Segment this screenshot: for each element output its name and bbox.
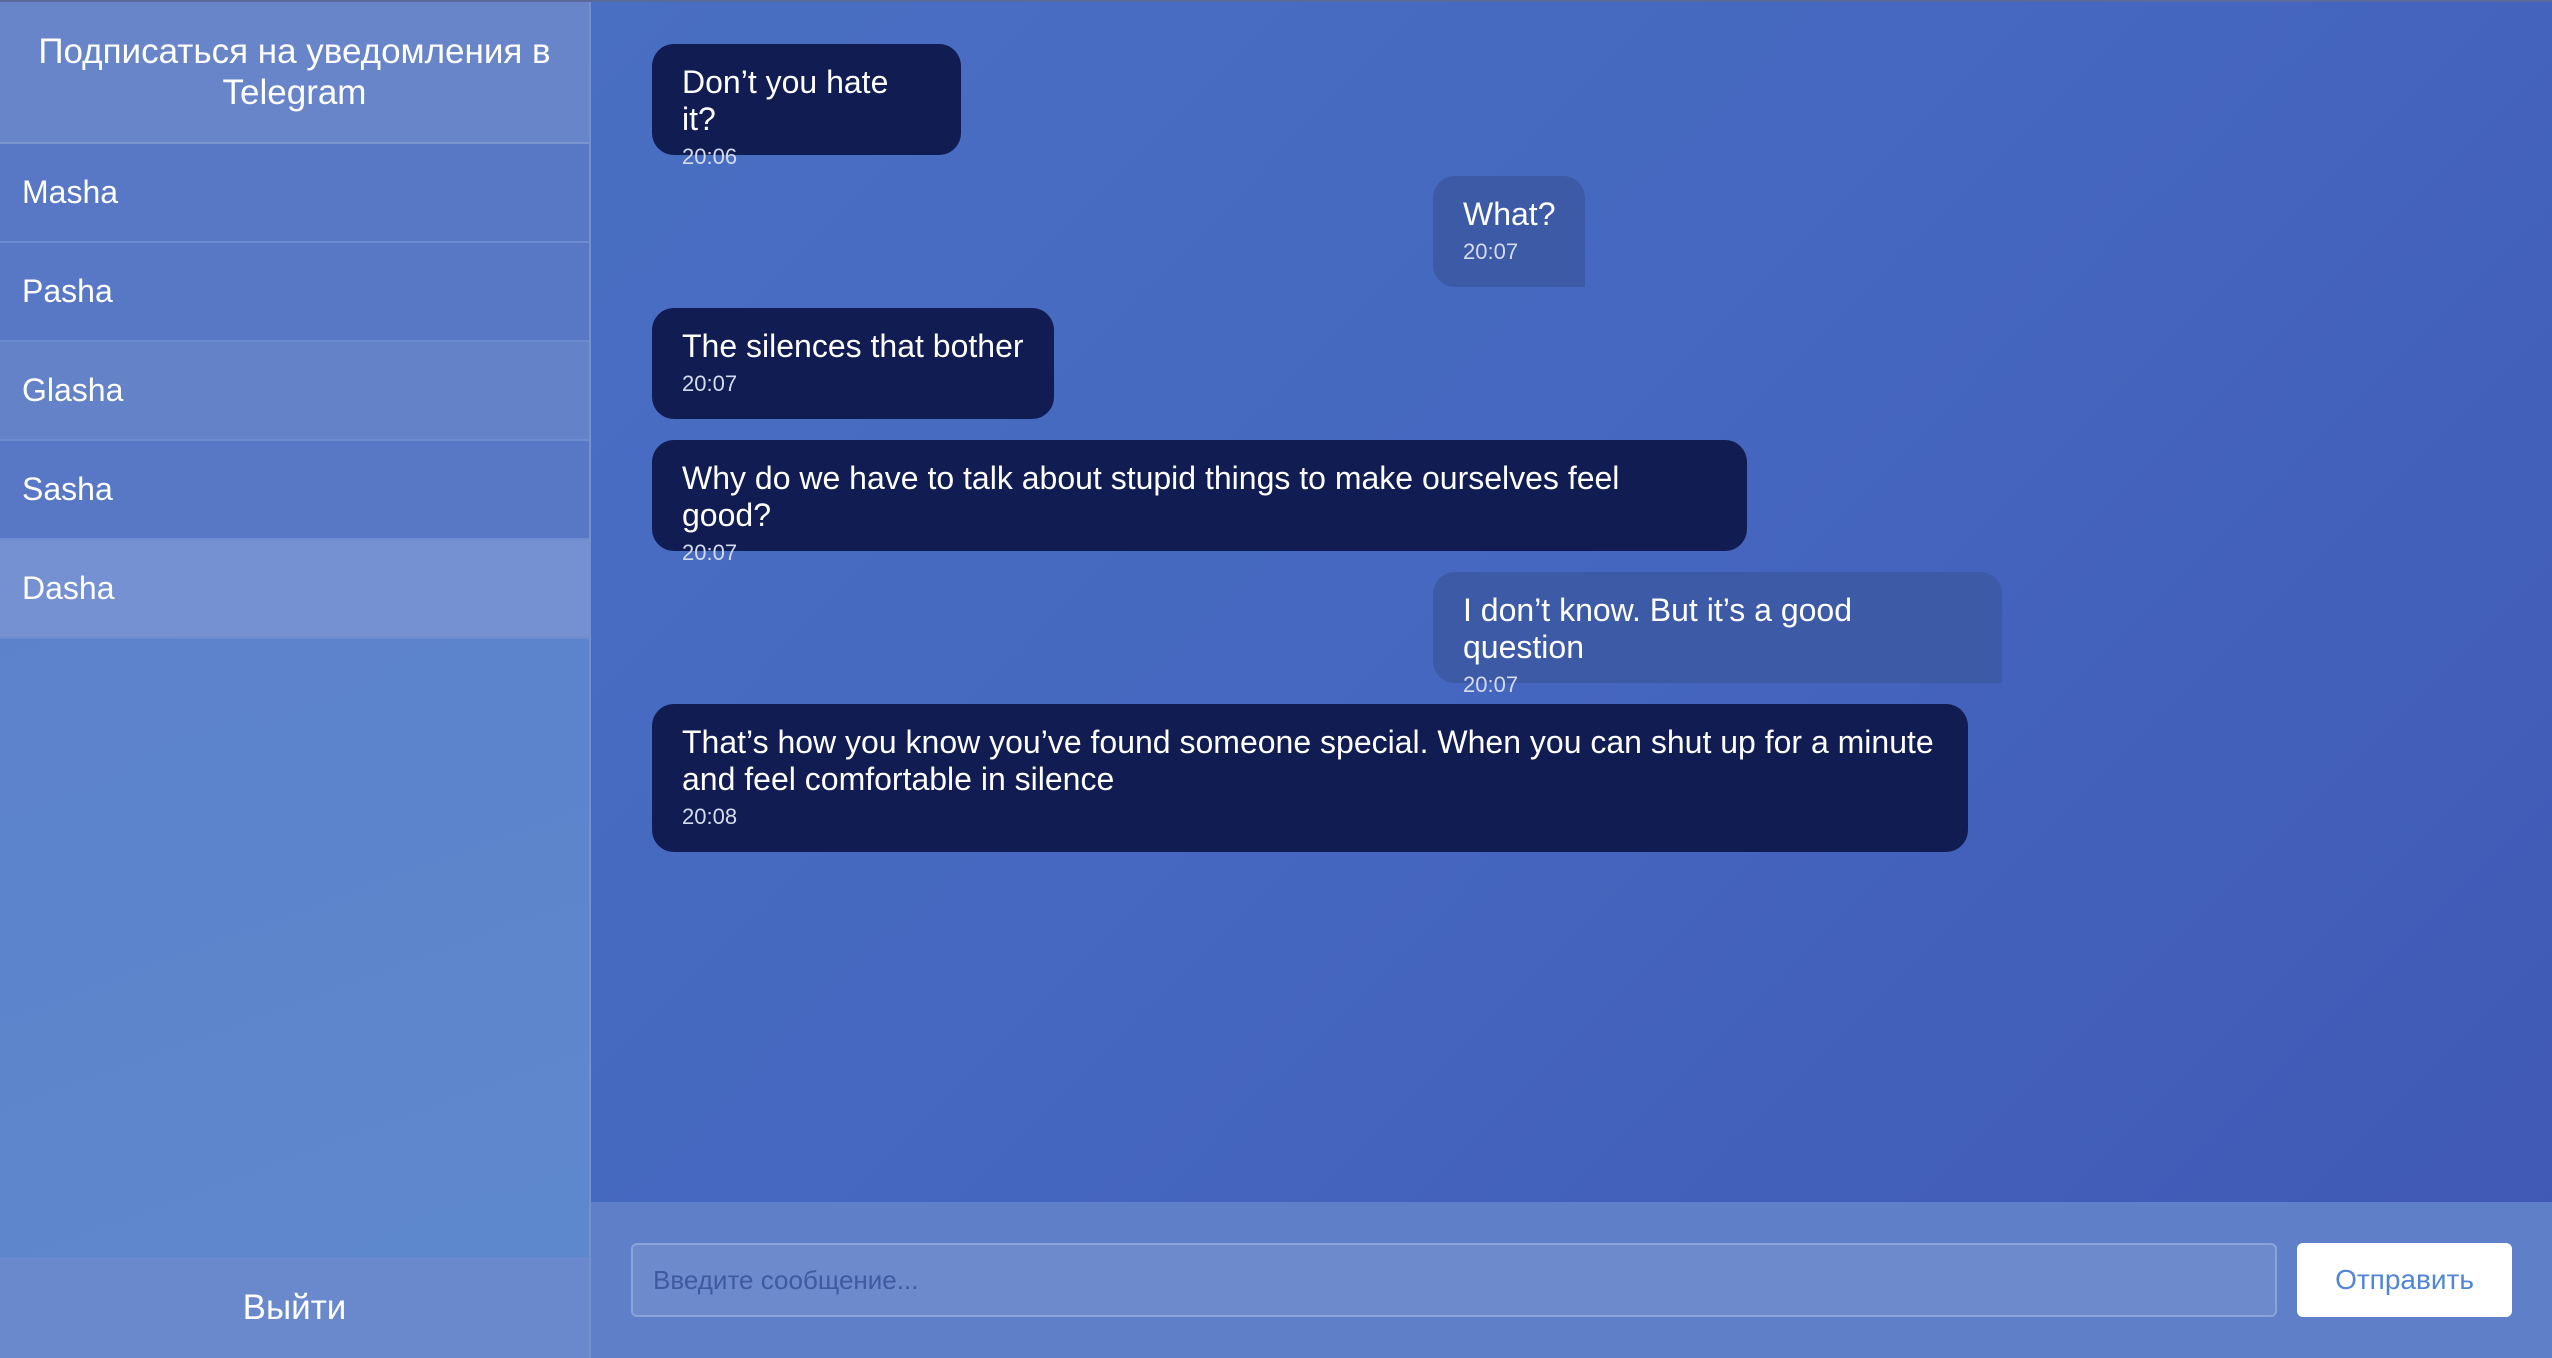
message-bubble-incoming: That’s how you know you’ve found someone… bbox=[652, 704, 1968, 852]
message-bubble-outgoing: What? 20:07 bbox=[1433, 176, 1585, 287]
message-bubble-incoming: Don’t you hate it? 20:06 bbox=[652, 44, 961, 169]
message-bubble-outgoing: I don’t know. But it’s a good question 2… bbox=[1433, 572, 2002, 697]
sidebar: Подписаться на уведомления в Telegram Ma… bbox=[0, 2, 591, 1358]
message-time: 20:07 bbox=[1463, 672, 1519, 697]
message-text: What? bbox=[1463, 196, 1556, 232]
message-text: That’s how you know you’ve found someone… bbox=[682, 724, 1934, 797]
logout-label: Выйти bbox=[242, 1287, 347, 1327]
contact-name: Glasha bbox=[22, 372, 124, 408]
contact-item-glasha[interactable]: Glasha bbox=[0, 342, 589, 441]
contact-item-pasha[interactable]: Pasha bbox=[0, 243, 589, 342]
message-time: 20:07 bbox=[1463, 239, 1519, 264]
send-label: Отправить bbox=[2335, 1264, 2474, 1295]
contact-name: Sasha bbox=[22, 471, 113, 507]
chat-panel: Don’t you hate it? 20:06 What? 20:07 The… bbox=[591, 2, 2552, 1358]
message-time: 20:07 bbox=[682, 371, 738, 396]
message-input[interactable] bbox=[631, 1243, 2277, 1317]
contact-name: Masha bbox=[22, 174, 119, 210]
message-time: 20:06 bbox=[682, 144, 738, 169]
telegram-subscribe-button[interactable]: Подписаться на уведомления в Telegram bbox=[0, 2, 589, 144]
message-list: Don’t you hate it? 20:06 What? 20:07 The… bbox=[591, 2, 2552, 1202]
message-time: 20:07 bbox=[682, 540, 738, 565]
message-text: The silences that bother bbox=[682, 328, 1024, 364]
message-text: Don’t you hate it? bbox=[682, 64, 889, 137]
message-text: Why do we have to talk about stupid thin… bbox=[682, 460, 1620, 533]
contact-name: Dasha bbox=[22, 570, 115, 606]
message-time: 20:08 bbox=[682, 804, 738, 829]
message-bubble-incoming: The silences that bother 20:07 bbox=[652, 308, 1054, 419]
contact-item-sasha[interactable]: Sasha bbox=[0, 441, 589, 540]
send-button[interactable]: Отправить bbox=[2297, 1243, 2512, 1317]
contact-name: Pasha bbox=[22, 273, 113, 309]
logout-button[interactable]: Выйти bbox=[0, 1257, 589, 1358]
chat-app: Подписаться на уведомления в Telegram Ma… bbox=[0, 0, 2552, 1358]
telegram-subscribe-label: Подписаться на уведомления в Telegram bbox=[38, 32, 551, 112]
message-bubble-incoming: Why do we have to talk about stupid thin… bbox=[652, 440, 1747, 565]
message-text: I don’t know. But it’s a good question bbox=[1463, 592, 1852, 665]
contact-item-masha[interactable]: Masha bbox=[0, 144, 589, 243]
message-composer: Отправить bbox=[591, 1202, 2552, 1358]
contact-item-dasha[interactable]: Dasha bbox=[0, 540, 589, 639]
